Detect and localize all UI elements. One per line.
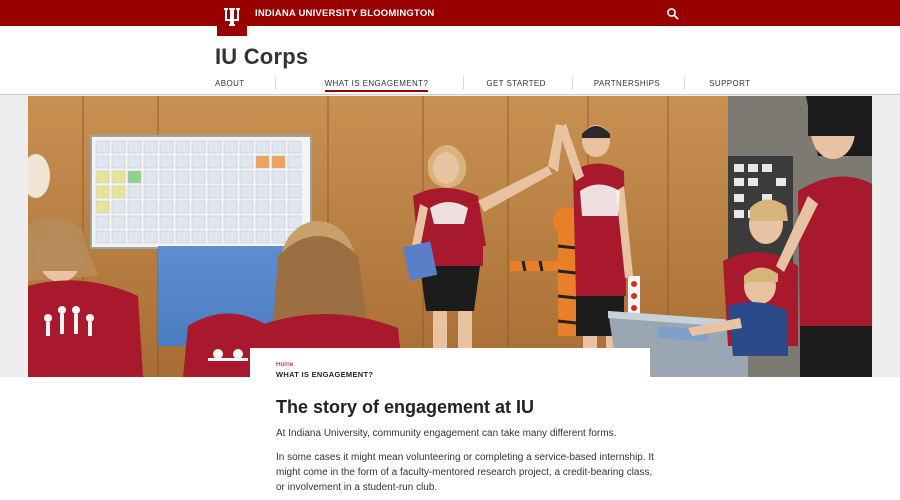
nav-item-partnerships[interactable]: PARTNERSHIPS [594, 79, 660, 88]
nav-item-about[interactable]: ABOUT [215, 79, 245, 88]
breadcrumb: Home WHAT IS ENGAGEMENT? [250, 348, 650, 380]
intro-paragraph: At Indiana University, community engagem… [276, 428, 617, 439]
nav-item-what-is-engagement[interactable]: WHAT IS ENGAGEMENT? [324, 79, 429, 92]
hero-image [28, 96, 872, 377]
iu-trident-logo[interactable] [217, 0, 247, 36]
nav-item-support[interactable]: SUPPORT [709, 79, 750, 88]
nav-item-get-started[interactable]: GET STARTED [486, 79, 546, 88]
nav-divider [684, 76, 686, 90]
page-title: The story of engagement at IU [276, 397, 535, 417]
search-icon [667, 8, 679, 20]
site-title-text: IU Corps [215, 44, 309, 69]
breadcrumb-home-link[interactable]: Home [276, 361, 293, 368]
university-name[interactable]: INDIANA UNIVERSITY BLOOMINGTON [255, 8, 434, 19]
main-nav: ABOUT WHAT IS ENGAGEMENT? GET STARTED PA… [215, 76, 750, 92]
nav-divider [463, 76, 465, 90]
iu-trident-icon [224, 8, 240, 26]
search-button[interactable] [666, 7, 680, 21]
nav-divider [571, 76, 573, 90]
body-paragraph: In some cases it might mean volunteering… [276, 452, 654, 493]
breadcrumb-current: WHAT IS ENGAGEMENT? [276, 370, 374, 379]
nav-divider [274, 76, 276, 90]
hero-photo-illustration [28, 96, 872, 377]
brand-bar [0, 0, 900, 26]
site-title[interactable]: IU Corps [215, 44, 308, 70]
